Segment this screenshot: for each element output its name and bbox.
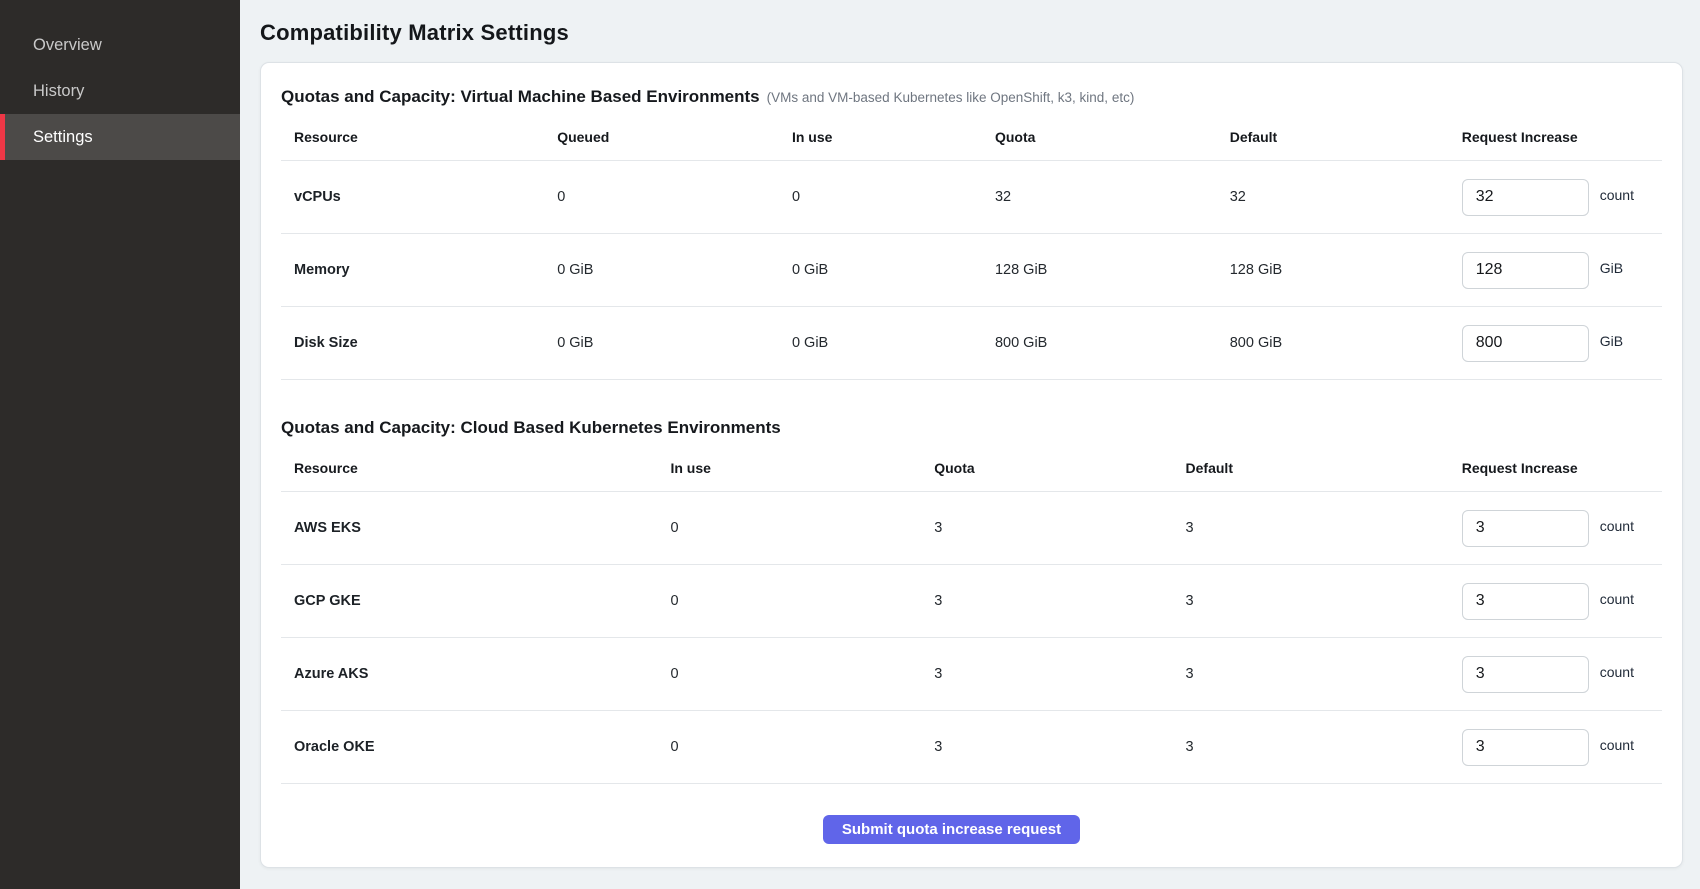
column-header: Resource bbox=[281, 460, 670, 476]
table-row: Memory0 GiB0 GiB128 GiB128 GiBGiB bbox=[281, 234, 1662, 307]
column-header: Resource bbox=[281, 129, 557, 145]
resource-value: 0 bbox=[557, 189, 792, 205]
section-title: Quotas and Capacity: Virtual Machine Bas… bbox=[281, 87, 1662, 107]
request-increase-cell: count bbox=[1462, 729, 1662, 766]
submit-row: Submit quota increase request bbox=[281, 815, 1662, 844]
resource-name: Oracle OKE bbox=[281, 739, 670, 755]
table-header-row: ResourceIn useQuotaDefaultRequest Increa… bbox=[281, 444, 1662, 492]
resource-name: Disk Size bbox=[281, 335, 557, 351]
resource-value: 800 GiB bbox=[995, 335, 1230, 351]
sidebar-item-settings[interactable]: Settings bbox=[0, 114, 240, 160]
submit-quota-increase-button[interactable]: Submit quota increase request bbox=[823, 815, 1080, 844]
unit-label: GiB bbox=[1600, 260, 1623, 276]
table-row: Disk Size0 GiB0 GiB800 GiB800 GiBGiB bbox=[281, 307, 1662, 380]
unit-label: count bbox=[1600, 664, 1634, 680]
column-header: Quota bbox=[934, 460, 1185, 476]
resource-value: 0 GiB bbox=[557, 335, 792, 351]
sidebar-item-history[interactable]: History bbox=[0, 68, 240, 114]
table-header-row: ResourceQueuedIn useQuotaDefaultRequest … bbox=[281, 113, 1662, 161]
table-row: GCP GKE033count bbox=[281, 565, 1662, 638]
request-increase-input[interactable] bbox=[1462, 325, 1589, 362]
quota-section-0: Quotas and Capacity: Virtual Machine Bas… bbox=[281, 87, 1662, 380]
resource-value: 0 bbox=[670, 739, 934, 755]
resource-name: Azure AKS bbox=[281, 666, 670, 682]
request-increase-cell: count bbox=[1462, 510, 1662, 547]
main-content: Compatibility Matrix Settings Quotas and… bbox=[240, 0, 1700, 889]
resource-value: 3 bbox=[1186, 666, 1462, 682]
column-header: Default bbox=[1230, 129, 1462, 145]
resource-value: 128 GiB bbox=[1230, 262, 1462, 278]
resource-value: 3 bbox=[1186, 520, 1462, 536]
table-row: AWS EKS033count bbox=[281, 492, 1662, 565]
quota-section-1: Quotas and Capacity: Cloud Based Kuberne… bbox=[281, 418, 1662, 784]
table-row: vCPUs003232count bbox=[281, 161, 1662, 234]
unit-label: GiB bbox=[1600, 333, 1623, 349]
resource-value: 0 bbox=[670, 593, 934, 609]
request-increase-input[interactable] bbox=[1462, 656, 1589, 693]
request-increase-input[interactable] bbox=[1462, 583, 1589, 620]
request-increase-input[interactable] bbox=[1462, 729, 1589, 766]
request-increase-cell: count bbox=[1462, 656, 1662, 693]
resource-value: 3 bbox=[934, 520, 1185, 536]
sidebar-item-label: Overview bbox=[33, 36, 102, 55]
unit-label: count bbox=[1600, 737, 1634, 753]
sidebar-nav: Overview History Settings bbox=[0, 22, 240, 160]
resource-value: 32 bbox=[995, 189, 1230, 205]
resource-value: 0 GiB bbox=[557, 262, 792, 278]
resource-value: 0 bbox=[670, 520, 934, 536]
column-header: Request Increase bbox=[1462, 460, 1662, 476]
resource-value: 0 bbox=[670, 666, 934, 682]
resource-value: 0 bbox=[792, 189, 995, 205]
page-title: Compatibility Matrix Settings bbox=[260, 20, 1683, 46]
resource-value: 800 GiB bbox=[1230, 335, 1462, 351]
request-increase-cell: count bbox=[1462, 179, 1662, 216]
resource-value: 3 bbox=[1186, 593, 1462, 609]
request-increase-input[interactable] bbox=[1462, 179, 1589, 216]
quota-sections: Quotas and Capacity: Virtual Machine Bas… bbox=[281, 87, 1662, 784]
section-title: Quotas and Capacity: Cloud Based Kuberne… bbox=[281, 418, 1662, 438]
resource-name: Memory bbox=[281, 262, 557, 278]
unit-label: count bbox=[1600, 518, 1634, 534]
resource-value: 128 GiB bbox=[995, 262, 1230, 278]
request-increase-input[interactable] bbox=[1462, 510, 1589, 547]
unit-label: count bbox=[1600, 591, 1634, 607]
request-increase-input[interactable] bbox=[1462, 252, 1589, 289]
sidebar-item-label: History bbox=[33, 82, 84, 101]
table-row: Oracle OKE033count bbox=[281, 711, 1662, 784]
column-header: Default bbox=[1186, 460, 1462, 476]
request-increase-cell: GiB bbox=[1462, 325, 1662, 362]
resource-name: GCP GKE bbox=[281, 593, 670, 609]
request-increase-cell: GiB bbox=[1462, 252, 1662, 289]
resource-value: 0 GiB bbox=[792, 335, 995, 351]
resource-name: vCPUs bbox=[281, 189, 557, 205]
settings-card: Quotas and Capacity: Virtual Machine Bas… bbox=[260, 62, 1683, 868]
column-header: In use bbox=[792, 129, 995, 145]
sidebar-item-overview[interactable]: Overview bbox=[0, 22, 240, 68]
section-subtitle: (VMs and VM-based Kubernetes like OpenSh… bbox=[767, 90, 1135, 105]
resource-value: 3 bbox=[1186, 739, 1462, 755]
request-increase-cell: count bbox=[1462, 583, 1662, 620]
column-header: In use bbox=[670, 460, 934, 476]
column-header: Quota bbox=[995, 129, 1230, 145]
resource-value: 0 GiB bbox=[792, 262, 995, 278]
resource-value: 32 bbox=[1230, 189, 1462, 205]
resource-name: AWS EKS bbox=[281, 520, 670, 536]
sidebar: Overview History Settings bbox=[0, 0, 240, 889]
sidebar-item-label: Settings bbox=[33, 128, 93, 147]
table-row: Azure AKS033count bbox=[281, 638, 1662, 711]
resource-value: 3 bbox=[934, 666, 1185, 682]
resource-value: 3 bbox=[934, 739, 1185, 755]
column-header: Queued bbox=[557, 129, 792, 145]
resource-value: 3 bbox=[934, 593, 1185, 609]
column-header: Request Increase bbox=[1462, 129, 1662, 145]
unit-label: count bbox=[1600, 187, 1634, 203]
